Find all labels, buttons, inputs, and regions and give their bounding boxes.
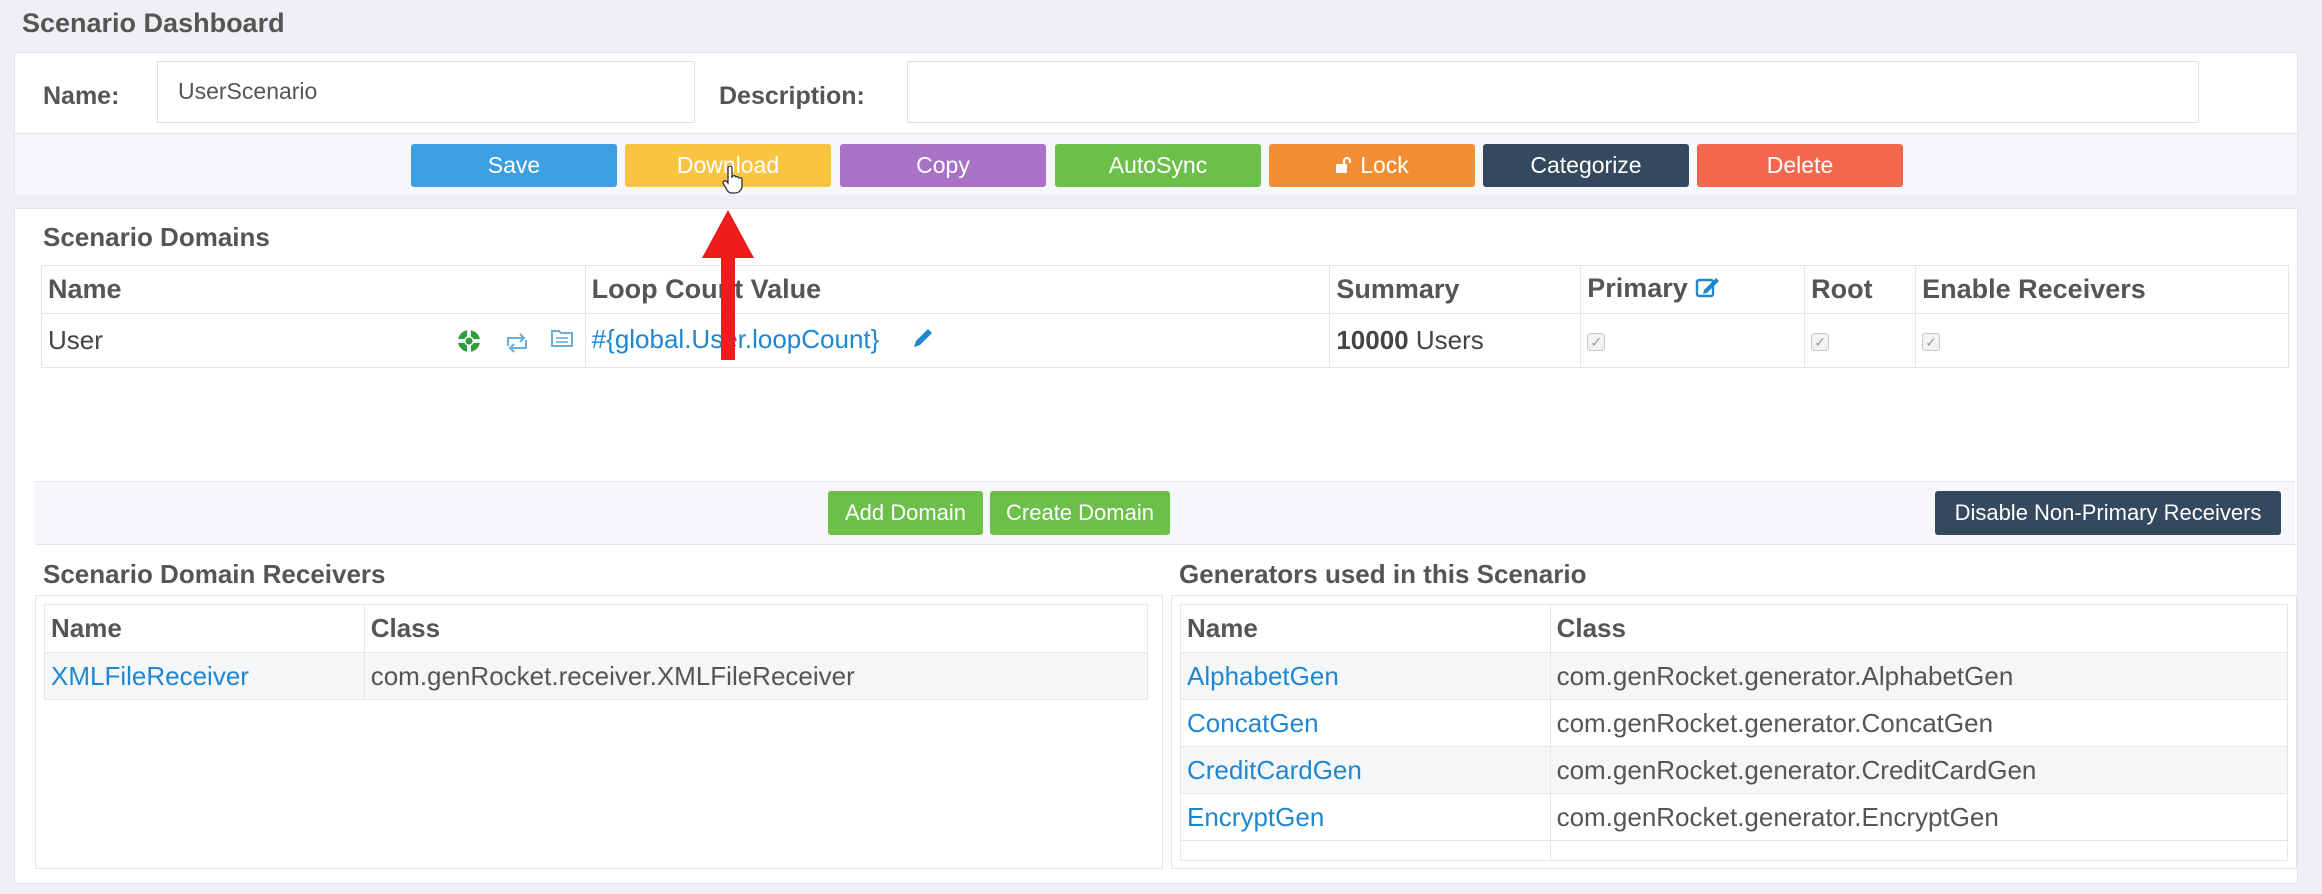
name-row: Name: UserScenario Description: xyxy=(15,53,2297,133)
categorize-button[interactable]: Categorize xyxy=(1483,144,1689,187)
generators-panel: Name Class AlphabetGen com.genRocket.gen… xyxy=(1171,595,2297,869)
edit-square-icon[interactable] xyxy=(1695,275,1721,306)
generator-name-link[interactable]: CreditCardGen xyxy=(1187,755,1362,785)
unlock-icon xyxy=(1335,156,1356,177)
table-row: ConcatGen com.genRocket.generator.Concat… xyxy=(1180,699,2289,747)
page-title: Scenario Dashboard xyxy=(22,8,285,38)
enable-receivers-checkbox[interactable]: ✓ xyxy=(1922,333,1941,352)
col-header-name: Name xyxy=(41,265,586,314)
scenario-domains-panel: Scenario Domains Name Loop Count Value S… xyxy=(14,208,2298,884)
domain-name-cell: User xyxy=(41,313,586,368)
pencil-icon[interactable] xyxy=(911,326,935,357)
table-header-row: Name Class xyxy=(1180,604,2289,653)
primary-header-label: Primary xyxy=(1587,273,1688,304)
save-button[interactable]: Save xyxy=(411,144,617,187)
autosync-button[interactable]: AutoSync xyxy=(1055,144,1261,187)
receiver-class: com.genRocket.receiver.XMLFileReceiver xyxy=(363,652,1149,700)
generator-class: com.genRocket.generator.ConcatGen xyxy=(1549,699,2289,747)
table-header-row: Name Loop Count Value Summary Primary Ro… xyxy=(41,265,2289,314)
generator-name-link[interactable]: AlphabetGen xyxy=(1187,661,1339,691)
folder-icon[interactable] xyxy=(550,326,574,357)
lock-button[interactable]: Lock xyxy=(1269,144,1475,187)
col-header-summary: Summary xyxy=(1329,265,1582,314)
toolbar: Save Download Copy AutoSync Lock Categor… xyxy=(15,133,2297,195)
scenario-domains-title: Scenario Domains xyxy=(43,222,270,252)
col-header-class: Class xyxy=(363,604,1149,653)
annotation-arrow-icon xyxy=(702,210,754,360)
col-header-primary[interactable]: Primary xyxy=(1580,265,1806,314)
table-row xyxy=(1180,840,2289,861)
generator-name-link[interactable]: EncryptGen xyxy=(1187,802,1324,832)
name-label: Name: xyxy=(43,82,120,110)
summary-count: 10000 xyxy=(1336,325,1409,355)
col-header-name: Name xyxy=(1180,604,1551,653)
table-row: User #{global.User.loopCount} 10000 User… xyxy=(41,313,2289,368)
generators-table: Name Class AlphabetGen com.genRocket.gen… xyxy=(1180,604,2289,861)
domains-table: Name Loop Count Value Summary Primary Ro… xyxy=(41,265,2289,368)
generator-class: com.genRocket.generator.AlphabetGen xyxy=(1549,652,2289,700)
table-row: XMLFileReceiver com.genRocket.receiver.X… xyxy=(44,652,1149,700)
col-header-loop-count: Loop Count Value xyxy=(584,265,1331,314)
root-checkbox[interactable]: ✓ xyxy=(1811,333,1830,352)
receivers-table: Name Class XMLFileReceiver com.genRocket… xyxy=(44,604,1149,700)
loop-count-cell: #{global.User.loopCount} xyxy=(584,313,1331,368)
disable-non-primary-receivers-button[interactable]: Disable Non-Primary Receivers xyxy=(1935,491,2281,535)
summary-cell: 10000 Users xyxy=(1329,313,1582,368)
name-input[interactable]: UserScenario xyxy=(157,61,695,123)
receivers-panel: Name Class XMLFileReceiver com.genRocket… xyxy=(35,595,1163,869)
primary-checkbox[interactable]: ✓ xyxy=(1587,333,1606,352)
col-header-class: Class xyxy=(1549,604,2289,653)
table-row: AlphabetGen com.genRocket.generator.Alph… xyxy=(1180,652,2289,700)
table-row: CreditCardGen com.genRocket.generator.Cr… xyxy=(1180,746,2289,794)
add-domain-button[interactable]: Add Domain xyxy=(828,491,983,535)
generators-title: Generators used in this Scenario xyxy=(1179,559,1587,589)
hand-cursor-icon xyxy=(722,166,743,194)
receiver-name-link[interactable]: XMLFileReceiver xyxy=(51,661,249,691)
col-header-enable-receivers: Enable Receivers xyxy=(1915,265,2289,314)
domains-footer: Add Domain Create Domain Disable Non-Pri… xyxy=(35,481,2295,545)
copy-button[interactable]: Copy xyxy=(840,144,1046,187)
table-row: EncryptGen com.genRocket.generator.Encry… xyxy=(1180,793,2289,841)
lifebuoy-icon[interactable] xyxy=(456,328,482,361)
description-label: Description: xyxy=(719,82,865,110)
generator-class: com.genRocket.generator.CreditCardGen xyxy=(1549,746,2289,794)
summary-unit: Users xyxy=(1415,325,1484,355)
generator-class: com.genRocket.generator.EncryptGen xyxy=(1549,793,2289,841)
enable-receivers-cell: ✓ xyxy=(1915,313,2289,368)
sync-icon[interactable] xyxy=(504,330,530,361)
generator-name-link[interactable]: ConcatGen xyxy=(1187,708,1319,738)
delete-button[interactable]: Delete xyxy=(1697,144,1903,187)
description-input[interactable] xyxy=(907,61,2199,123)
lock-button-label: Lock xyxy=(1360,152,1409,178)
root-cell: ✓ xyxy=(1804,313,1917,368)
scenario-header-panel: Name: UserScenario Description: Save Dow… xyxy=(14,52,2298,195)
domain-name: User xyxy=(48,325,103,355)
table-header-row: Name Class xyxy=(44,604,1149,653)
create-domain-button[interactable]: Create Domain xyxy=(990,491,1170,535)
primary-cell: ✓ xyxy=(1580,313,1806,368)
col-header-root: Root xyxy=(1804,265,1917,314)
receivers-title: Scenario Domain Receivers xyxy=(43,559,386,589)
col-header-name: Name xyxy=(44,604,365,653)
